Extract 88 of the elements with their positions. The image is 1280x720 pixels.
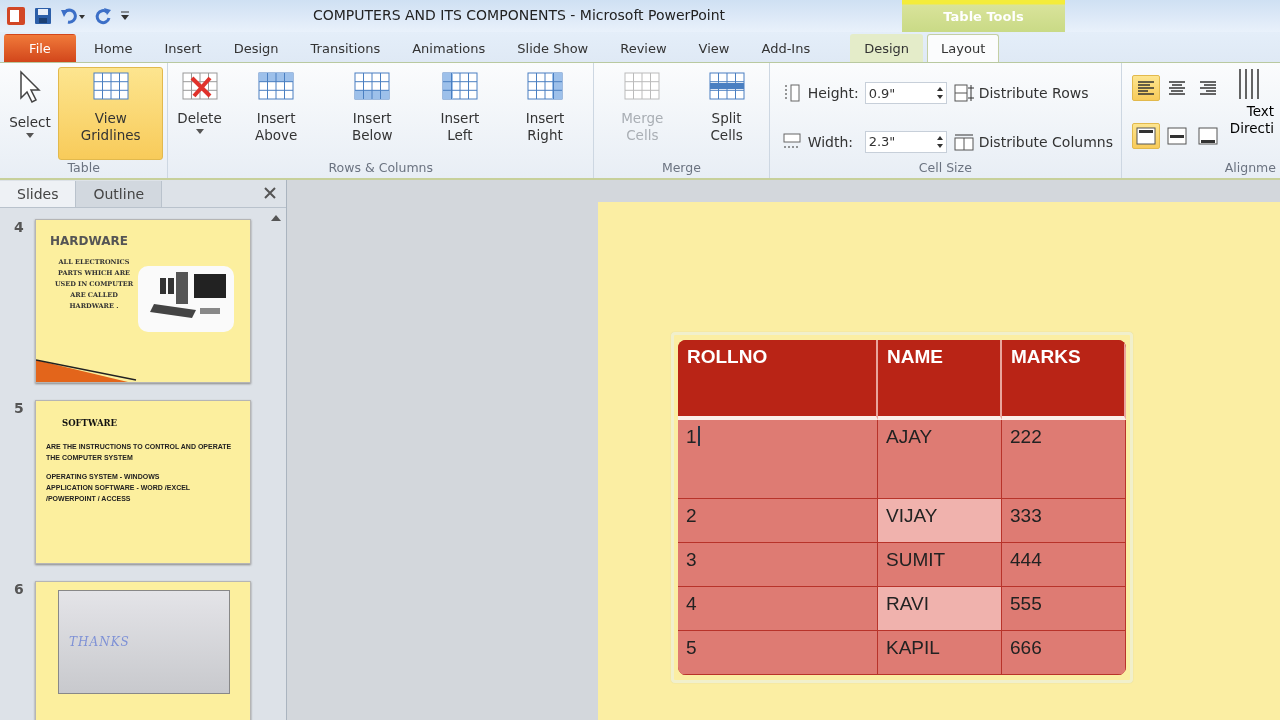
table-cell[interactable]: KAPIL — [878, 631, 1002, 675]
table-cell[interactable]: VIJAY — [878, 499, 1002, 543]
close-icon[interactable] — [264, 187, 276, 199]
table-cell[interactable]: SUMIT — [878, 543, 1002, 587]
group-label: Rows & Columns — [327, 160, 435, 177]
dropdown-caret-icon[interactable] — [26, 133, 34, 138]
table-cell[interactable]: 333 — [1002, 499, 1126, 543]
table-cell[interactable]: 222 — [1002, 420, 1126, 499]
slide-title: THANKS — [69, 635, 130, 649]
ribbon-tab[interactable]: Animations — [398, 34, 500, 62]
slide-number: 5 — [14, 400, 25, 418]
ribbon-tab[interactable]: View — [684, 34, 744, 62]
save-icon[interactable] — [34, 7, 52, 25]
group-label: Table — [66, 160, 101, 177]
table-insert-below-icon — [354, 70, 391, 102]
panel-tab[interactable]: Slides — [0, 181, 77, 207]
column-header: ROLLNO — [678, 340, 878, 420]
ribbon-tab[interactable]: Transitions — [296, 34, 395, 62]
width-field[interactable]: 2.3" — [864, 130, 947, 153]
ribbon-tab[interactable]: Insert — [150, 34, 216, 62]
table-insert-left-icon — [441, 70, 478, 102]
redo-icon[interactable] — [94, 7, 112, 25]
vertical-align-icon — [1136, 126, 1156, 145]
table-merge-icon — [624, 70, 661, 102]
ribbon-button[interactable]: Insert Right — [500, 67, 590, 160]
spinner-icon[interactable] — [935, 134, 944, 149]
ribbon-button[interactable]: View Gridlines — [58, 67, 164, 160]
table-cell[interactable]: 3 — [678, 543, 878, 587]
table-cell[interactable]: 1 — [678, 420, 878, 499]
ribbon-tab[interactable]: Add-Ins — [747, 34, 825, 62]
height-label: Height: — [807, 85, 859, 102]
table-cell[interactable]: AJAY — [878, 420, 1002, 499]
ribbon-tab[interactable]: Design — [850, 34, 924, 62]
scroll-up-icon[interactable] — [270, 214, 282, 222]
table-cell[interactable]: 5 — [678, 631, 878, 675]
slide-number: 6 — [14, 581, 25, 599]
ribbon-button[interactable]: Select — [4, 67, 56, 160]
contextual-tab-group: Table Tools — [902, 0, 1065, 32]
panel-tab[interactable]: Outline — [76, 181, 163, 207]
ribbon-button[interactable]: Delete — [172, 67, 227, 160]
text-direction-label[interactable]: Text Directi — [1228, 103, 1274, 137]
width-label: Width: — [807, 133, 855, 150]
slide-number: 4 — [14, 219, 25, 237]
table-cell[interactable]: RAVI — [878, 587, 1002, 631]
align-text-icon — [1198, 80, 1218, 96]
spinner-icon[interactable] — [935, 86, 944, 101]
dropdown-caret-icon[interactable] — [195, 129, 204, 134]
distribute-columns-icon — [952, 131, 975, 152]
table-delete-icon — [181, 70, 218, 102]
table-cell[interactable]: 2 — [678, 499, 878, 543]
group-label: Merge — [660, 160, 702, 177]
ribbon-tab[interactable]: Review — [606, 34, 681, 62]
distribute-rows-label[interactable]: Distribute Rows — [978, 85, 1089, 102]
alignment-button[interactable] — [1132, 75, 1160, 101]
group-label: Alignme — [1223, 160, 1276, 177]
app-logo-icon[interactable] — [6, 6, 26, 26]
undo-icon[interactable] — [60, 8, 86, 24]
vertical-align-icon — [1198, 126, 1218, 145]
table-split-icon — [708, 70, 745, 102]
column-header: NAME — [878, 340, 1002, 420]
ribbon-button[interactable]: Insert Above — [228, 67, 324, 160]
table-cell[interactable]: 444 — [1002, 543, 1126, 587]
distribute-columns-label[interactable]: Distribute Columns — [978, 133, 1113, 150]
height-field[interactable]: 0.9" — [864, 82, 947, 105]
column-header: MARKS — [1002, 340, 1126, 420]
slide-title: HARDWARE — [50, 234, 128, 248]
alignment-button[interactable] — [1132, 122, 1160, 149]
ribbon-tab[interactable]: Slide Show — [503, 34, 603, 62]
distribute-rows-icon — [952, 83, 975, 104]
ribbon-tab[interactable]: Home — [80, 34, 147, 62]
vertical-align-icon — [1167, 126, 1187, 145]
table-grid-icon — [92, 70, 129, 102]
align-text-icon — [1136, 80, 1156, 96]
ribbon-tab[interactable]: Layout — [927, 34, 1000, 62]
align-text-icon — [1167, 80, 1187, 96]
window-title: COMPUTERS AND ITS COMPONENTS - Microsoft PowerPoint — [313, 7, 726, 23]
ribbon-button[interactable]: Insert Left — [420, 67, 499, 160]
table-insert-right-icon — [527, 70, 563, 102]
table-cell[interactable]: 666 — [1002, 631, 1126, 675]
ribbon-button[interactable]: Insert Below — [325, 67, 419, 160]
ribbon-button[interactable]: Split Cells — [688, 67, 765, 160]
table-cell[interactable]: 555 — [1002, 587, 1126, 631]
slide-title: SOFTWARE — [62, 418, 118, 428]
group-label: Cell Size — [917, 160, 973, 177]
ribbon-tab[interactable]: File — [4, 34, 76, 62]
table-cell[interactable]: 4 — [678, 587, 878, 631]
table-insert-above-icon — [258, 70, 295, 102]
ribbon-tab[interactable]: Design — [219, 34, 293, 62]
